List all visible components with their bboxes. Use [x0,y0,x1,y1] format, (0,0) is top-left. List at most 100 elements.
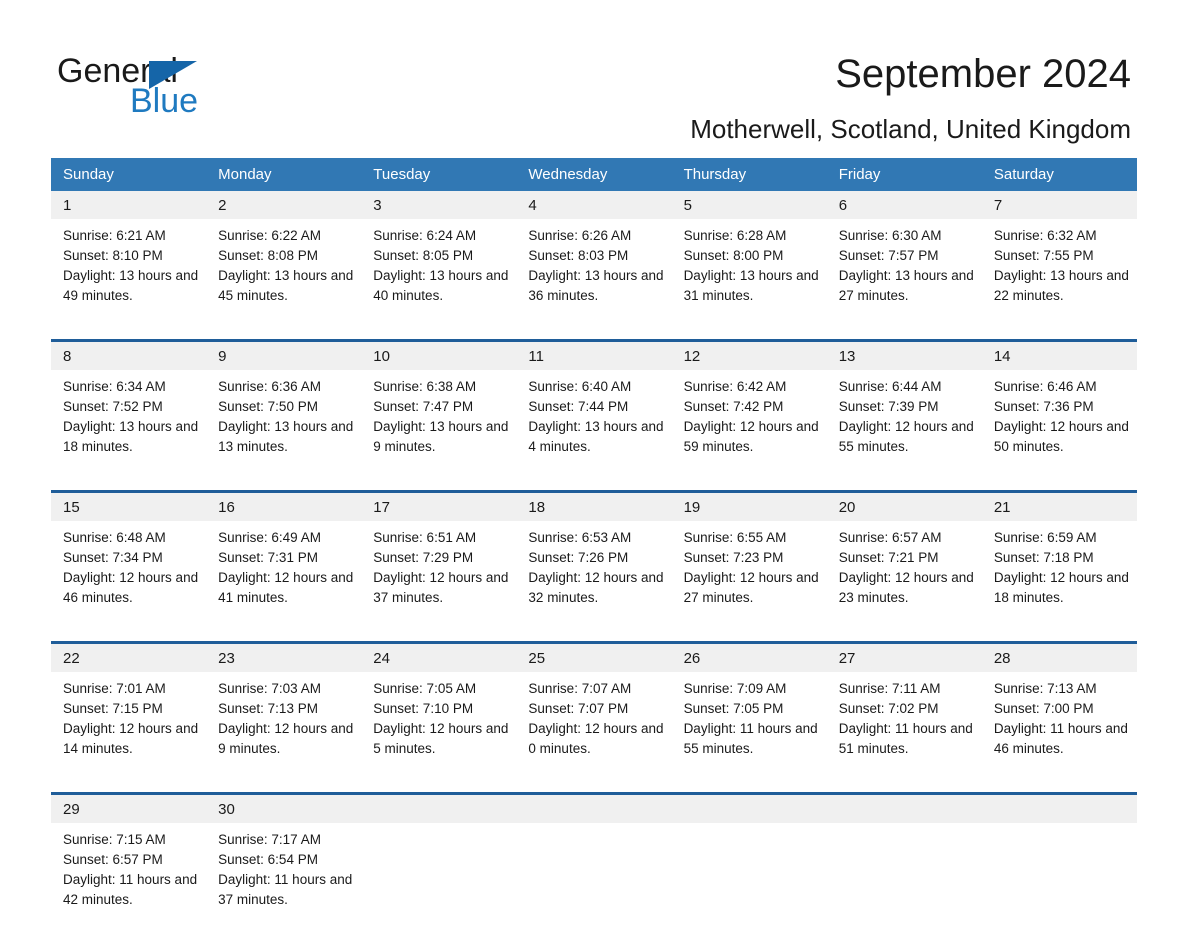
day-cell[interactable]: Sunrise: 6:59 AM Sunset: 7:18 PM Dayligh… [981,521,1137,643]
calendar-header-row: Sunday Monday Tuesday Wednesday Thursday… [51,158,1137,191]
week-date-band: 15 16 17 18 19 20 21 [51,490,1137,521]
sunset-text: Sunset: 7:39 PM [838,399,939,414]
weekday-header-monday: Monday [206,158,362,191]
day-cell[interactable]: Sunrise: 6:55 AM Sunset: 7:23 PM Dayligh… [671,521,827,643]
sunset-text: Sunset: 7:52 PM [63,399,163,414]
date-number[interactable]: 16 [206,490,362,521]
date-number[interactable]: 19 [671,490,827,521]
daylight-text: Daylight: 12 hours and 50 minutes. [993,419,1129,454]
day-cell[interactable]: Sunrise: 6:49 AM Sunset: 7:31 PM Dayligh… [206,521,362,643]
daylight-text: Daylight: 12 hours and 27 minutes. [683,570,819,605]
daylight-text: Daylight: 13 hours and 18 minutes. [63,419,199,454]
date-number[interactable]: 3 [361,191,517,219]
sunset-text: Sunset: 8:05 PM [373,248,474,263]
date-number[interactable]: 2 [206,191,362,219]
sunrise-text: Sunrise: 6:59 AM [993,530,1097,545]
day-cell[interactable]: Sunrise: 7:17 AM Sunset: 6:54 PM Dayligh… [206,823,362,943]
sunset-text: Sunset: 7:36 PM [993,399,1094,414]
day-cell[interactable]: Sunrise: 6:30 AM Sunset: 7:57 PM Dayligh… [826,219,982,341]
sunrise-text: Sunrise: 7:17 AM [218,832,321,847]
day-cell[interactable]: Sunrise: 6:22 AM Sunset: 8:08 PM Dayligh… [206,219,362,341]
date-number[interactable]: 8 [51,339,207,370]
date-number[interactable]: 28 [981,641,1137,672]
weekday-header-wednesday: Wednesday [516,158,672,191]
day-cell[interactable]: Sunrise: 6:36 AM Sunset: 7:50 PM Dayligh… [206,370,362,492]
sunrise-text: Sunrise: 7:07 AM [528,681,632,696]
date-number-empty [671,792,827,823]
day-cell[interactable]: Sunrise: 7:11 AM Sunset: 7:02 PM Dayligh… [826,672,982,794]
sunrise-text: Sunrise: 6:32 AM [993,228,1097,243]
date-number[interactable]: 17 [361,490,517,521]
daylight-text: Daylight: 12 hours and 32 minutes. [528,570,664,605]
day-cell[interactable]: Sunrise: 6:24 AM Sunset: 8:05 PM Dayligh… [361,219,517,341]
date-number[interactable]: 15 [51,490,207,521]
daylight-text: Daylight: 13 hours and 36 minutes. [528,268,664,303]
day-cell[interactable]: Sunrise: 6:32 AM Sunset: 7:55 PM Dayligh… [981,219,1137,341]
day-cell[interactable]: Sunrise: 7:01 AM Sunset: 7:15 PM Dayligh… [51,672,207,794]
day-cell[interactable]: Sunrise: 6:57 AM Sunset: 7:21 PM Dayligh… [826,521,982,643]
day-cell[interactable]: Sunrise: 6:21 AM Sunset: 8:10 PM Dayligh… [51,219,207,341]
day-cell[interactable]: Sunrise: 7:13 AM Sunset: 7:00 PM Dayligh… [981,672,1137,794]
day-cell[interactable]: Sunrise: 6:26 AM Sunset: 8:03 PM Dayligh… [516,219,672,341]
sunset-text: Sunset: 7:13 PM [218,701,318,716]
day-cell[interactable]: Sunrise: 7:09 AM Sunset: 7:05 PM Dayligh… [671,672,827,794]
date-number[interactable]: 7 [981,191,1137,219]
day-cell[interactable]: Sunrise: 7:07 AM Sunset: 7:07 PM Dayligh… [516,672,672,794]
day-cell[interactable]: Sunrise: 7:03 AM Sunset: 7:13 PM Dayligh… [206,672,362,794]
date-number[interactable]: 22 [51,641,207,672]
sunset-text: Sunset: 8:08 PM [218,248,318,263]
day-cell-empty [671,823,827,943]
sunset-text: Sunset: 7:29 PM [373,550,474,565]
date-number[interactable]: 26 [671,641,827,672]
date-number[interactable]: 14 [981,339,1137,370]
date-number[interactable]: 20 [826,490,982,521]
date-number[interactable]: 12 [671,339,827,370]
daylight-text: Daylight: 12 hours and 0 minutes. [528,721,664,756]
sunrise-text: Sunrise: 6:42 AM [683,379,787,394]
logo-text-blue: Blue [130,82,199,120]
day-cell[interactable]: Sunrise: 6:42 AM Sunset: 7:42 PM Dayligh… [671,370,827,492]
sunrise-text: Sunrise: 6:57 AM [838,530,942,545]
day-cell[interactable]: Sunrise: 6:46 AM Sunset: 7:36 PM Dayligh… [981,370,1137,492]
sunrise-text: Sunrise: 7:11 AM [838,681,941,696]
day-cell[interactable]: Sunrise: 6:40 AM Sunset: 7:44 PM Dayligh… [516,370,672,492]
day-cell[interactable]: Sunrise: 7:05 AM Sunset: 7:10 PM Dayligh… [361,672,517,794]
daylight-text: Daylight: 11 hours and 37 minutes. [218,872,353,907]
sunset-text: Sunset: 7:55 PM [993,248,1094,263]
day-cell[interactable]: Sunrise: 6:51 AM Sunset: 7:29 PM Dayligh… [361,521,517,643]
day-cell-empty [981,823,1137,943]
week-date-band: 1 2 3 4 5 6 7 [51,191,1137,219]
date-number[interactable]: 6 [826,191,982,219]
day-cell[interactable]: Sunrise: 6:48 AM Sunset: 7:34 PM Dayligh… [51,521,207,643]
sunset-text: Sunset: 7:50 PM [218,399,318,414]
date-number[interactable]: 27 [826,641,982,672]
week-detail-row: Sunrise: 7:15 AM Sunset: 6:57 PM Dayligh… [51,823,1137,943]
sunrise-text: Sunrise: 6:34 AM [63,379,166,394]
date-number[interactable]: 25 [516,641,672,672]
date-number[interactable]: 1 [51,191,207,219]
date-number[interactable]: 11 [516,339,672,370]
date-number[interactable]: 29 [51,792,207,823]
weekday-header-tuesday: Tuesday [361,158,517,191]
generalblue-logo[interactable]: General Blue [57,52,357,122]
day-cell[interactable]: Sunrise: 6:34 AM Sunset: 7:52 PM Dayligh… [51,370,207,492]
date-number[interactable]: 30 [206,792,362,823]
day-cell[interactable]: Sunrise: 6:28 AM Sunset: 8:00 PM Dayligh… [671,219,827,341]
sunrise-text: Sunrise: 7:13 AM [993,681,1097,696]
date-number[interactable]: 21 [981,490,1137,521]
daylight-text: Daylight: 13 hours and 40 minutes. [373,268,509,303]
day-cell[interactable]: Sunrise: 6:53 AM Sunset: 7:26 PM Dayligh… [516,521,672,643]
date-number[interactable]: 9 [206,339,362,370]
day-cell[interactable]: Sunrise: 6:38 AM Sunset: 7:47 PM Dayligh… [361,370,517,492]
date-number[interactable]: 13 [826,339,982,370]
date-number[interactable]: 10 [361,339,517,370]
date-number[interactable]: 5 [671,191,827,219]
day-cell[interactable]: Sunrise: 7:15 AM Sunset: 6:57 PM Dayligh… [51,823,207,943]
daylight-text: Daylight: 13 hours and 49 minutes. [63,268,199,303]
date-number[interactable]: 23 [206,641,362,672]
date-number[interactable]: 4 [516,191,672,219]
day-cell[interactable]: Sunrise: 6:44 AM Sunset: 7:39 PM Dayligh… [826,370,982,492]
date-number[interactable]: 18 [516,490,672,521]
date-number[interactable]: 24 [361,641,517,672]
sunrise-text: Sunrise: 6:48 AM [63,530,166,545]
